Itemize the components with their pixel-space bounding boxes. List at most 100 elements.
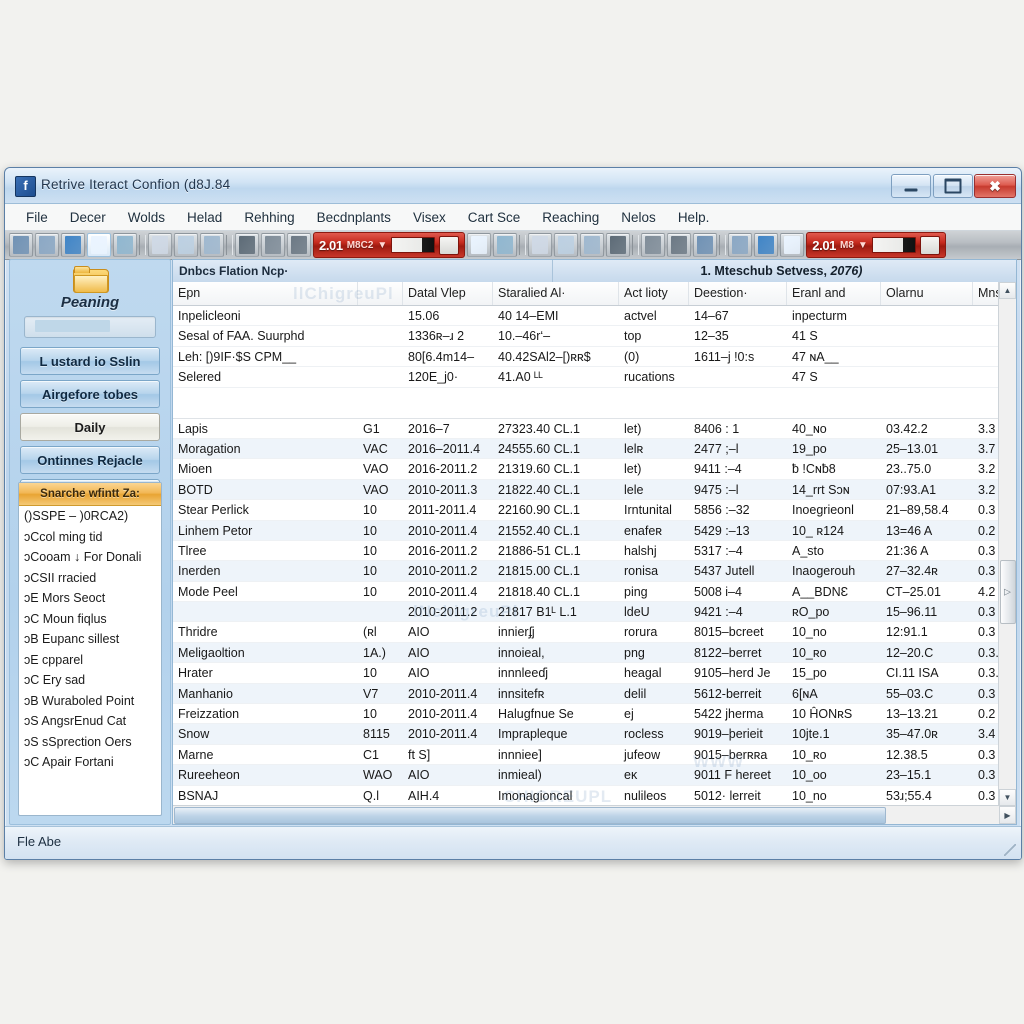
table-row[interactable]: 2010-2011.2 21817 B1ᴸ L.1 ldeU 9421 :–4 ʀO_p… (173, 602, 1016, 623)
image-icon[interactable] (554, 233, 579, 257)
list-item[interactable]: ɔS AngsrEnud Cat (19, 711, 161, 732)
page-icon[interactable] (174, 233, 198, 257)
table-row[interactable]: Mioen VAO 2016-2011.2 21319.60 CL.1 let) 9411… (173, 459, 1016, 480)
list-item[interactable]: ɔB Eupanc sillest (19, 629, 161, 650)
table-row[interactable]: Manhanio V7 2010-2011.4 innsitefʀ delil 5612-… (173, 683, 1016, 705)
menu-item-2[interactable]: Wolds (117, 208, 176, 227)
printer-icon[interactable] (235, 233, 259, 257)
grid-top-row[interactable]: Sesal of FAA. Suurphd 1336ʀ–ɹ 2 10.–46r‘– t… (173, 326, 1016, 347)
vertical-scrollbar[interactable]: ▲ ▷ ▼ (998, 282, 1016, 806)
sidebar-button-1[interactable]: Airgefore tobes (20, 380, 160, 408)
menu-item-6[interactable]: Visex (402, 208, 457, 227)
table-row[interactable]: Lapis G1 2016–7 27323.40 CL.1 let) 8406 : 1 40… (173, 419, 1016, 439)
list-item[interactable]: ɔC Moun fiqlus (19, 609, 161, 630)
horizontal-scrollbar[interactable] (173, 805, 999, 824)
toolbar-badge-right-caret-icon[interactable]: ▼ (858, 240, 868, 251)
link-icon[interactable] (580, 233, 605, 257)
list-item[interactable]: ɔS sSprection Oers (19, 732, 161, 753)
table-row[interactable]: Rureeheon WAO AIO inmieal) eĸ 9011 F hereet 10… (173, 765, 1016, 786)
grid-top-row[interactable]: Selered 120E_j0· 41.A0 ᴸᴸ rucations 47 S (173, 367, 1016, 388)
table-row[interactable]: BSNAJ Q.l AIH.4 Imonagioncal nulileos 5012· l… (173, 786, 1016, 806)
sidebar-button-3[interactable]: Ontinnes Rejacle (20, 446, 160, 474)
list-item[interactable]: ɔC Ery sad (19, 670, 161, 691)
table-row[interactable]: Thridre (ʀl AIO innierʄj rorura 8015–bcreet 10… (173, 622, 1016, 643)
export-icon[interactable] (467, 233, 492, 257)
table-row[interactable]: Mode Peel 10 2010-2011.4 21818.40 CL.1 ping 5… (173, 582, 1016, 603)
scroll-down-button[interactable]: ▼ (999, 789, 1016, 806)
photo-icon[interactable] (728, 233, 753, 257)
grid-icon[interactable] (693, 233, 718, 257)
column-header-4[interactable]: Act lioty (619, 282, 689, 305)
table-row[interactable]: BOTD VAO 2010-2011.3 21822.40 CL.1 lele 9475 … (173, 479, 1016, 501)
menu-item-0[interactable]: File (15, 208, 59, 227)
compare-icon[interactable] (780, 233, 805, 257)
grid-body[interactable]: Lapis G1 2016–7 27323.40 CL.1 let) 8406 : 1 40… (173, 419, 1016, 806)
table-row[interactable]: Hrater 10 AIO innnleeɗj heagal 9105–herd Je 15… (173, 663, 1016, 684)
minimize-button[interactable] (891, 174, 931, 198)
sidebar-search-input[interactable] (24, 316, 156, 338)
list-item[interactable]: ɔCooam ↓ For Donali (19, 547, 161, 568)
column-header-0[interactable]: Epn (173, 282, 358, 305)
menu-item-1[interactable]: Decer (59, 208, 117, 227)
network-icon[interactable] (667, 233, 692, 257)
globe-icon[interactable] (113, 233, 137, 257)
grid-top-row[interactable]: Leh: [)9IF·$S CPM__ 80[6.4m14– 40.42SAl2–[… (173, 347, 1016, 368)
sidebar-list[interactable]: ()SSPE – )0RCA2) ɔCcol ming tid ɔCooam ↓ F… (19, 506, 161, 773)
grid-top-row[interactable]: Inpelicleoni 15.06 40 14–EMI actvel 14–67 inp… (173, 306, 1016, 327)
tools-icon[interactable] (606, 233, 631, 257)
grid-header-row[interactable]: Epn Datal Vlep Staralied Al· Act lioty Deest… (173, 282, 1016, 306)
scroll-right-button[interactable]: ▶ (999, 806, 1016, 824)
column-header-7[interactable]: Olarnu (881, 282, 973, 305)
column-header-1[interactable] (358, 282, 403, 305)
table-row[interactable]: Moragation VAC 2016–2011.4 24555.60 CL.1 lel… (173, 438, 1016, 460)
table-row[interactable]: Freizzation 10 2010-2011.4 Halugfnue Se ej 54… (173, 704, 1016, 725)
resize-grip-icon[interactable] (1004, 844, 1016, 856)
chart-icon[interactable] (493, 233, 518, 257)
list-item[interactable]: ɔE Mors Seoct (19, 588, 161, 609)
table-row[interactable]: Meligaoltion 1A.) AIO innoieal, png 8122–berr… (173, 642, 1016, 664)
vertical-scrollbar-thumb[interactable]: ▷ (1000, 559, 1016, 624)
table-row[interactable]: Marne C1 ft S] innniee] jufeow 9015–berʀʀa 10_… (173, 745, 1016, 766)
toolbar-badge-right[interactable]: 2.01 M8 ▼ (806, 232, 946, 258)
menu-item-8[interactable]: Reaching (531, 208, 610, 227)
scroll-up-button[interactable]: ▲ (999, 282, 1016, 299)
toolbar-badge-right-button[interactable] (919, 235, 940, 255)
column-header-6[interactable]: Eranl and (787, 282, 881, 305)
toolbar-badge-left[interactable]: 2.01 M8C2 ▼ (313, 232, 466, 258)
sidebar-button-2[interactable]: Daily (20, 413, 160, 441)
column-header-5[interactable]: Deestion· (689, 282, 787, 305)
list-item[interactable]: ɔCSII rracied (19, 568, 161, 589)
arrow-icon[interactable] (641, 233, 666, 257)
grid-top-rows[interactable]: Inpelicleoni 15.06 40 14–EMI actvel 14–67 inp… (173, 306, 1016, 388)
close-button[interactable]: ✖ (974, 174, 1016, 198)
table-row[interactable]: Inerden 10 2010-2011.2 21815.00 CL.1 ronisa 5… (173, 561, 1016, 582)
list-item[interactable]: ɔE cpparel (19, 650, 161, 671)
wizard-icon[interactable] (200, 233, 224, 257)
toolbar-badge-left-caret-icon[interactable]: ▼ (377, 240, 387, 251)
horizontal-scrollbar-thumb[interactable] (174, 807, 887, 824)
menu-item-10[interactable]: Help. (667, 208, 721, 227)
home-icon[interactable] (9, 233, 33, 257)
list-item[interactable]: ɔC Apair Fortani (19, 752, 161, 773)
menu-item-4[interactable]: Rehhing (233, 208, 305, 227)
column-header-2[interactable]: Datal Vlep (403, 282, 493, 305)
table-row[interactable]: Linhem Petor 10 2010-2011.4 21552.40 CL.1 en… (173, 520, 1016, 541)
menu-item-7[interactable]: Cart Sce (457, 208, 532, 227)
window-icon[interactable] (35, 233, 59, 257)
table-row[interactable]: Tlree 10 2016-2011.2 21886-51 CL.1 halshj 531… (173, 541, 1016, 562)
menu-item-3[interactable]: Helad (176, 208, 233, 227)
pin-icon[interactable] (261, 233, 285, 257)
menu-item-9[interactable]: Nelos (610, 208, 667, 227)
new-doc-icon[interactable] (87, 233, 111, 257)
column-header-3[interactable]: Staralied Al· (493, 282, 619, 305)
list-item[interactable]: ɔCcol ming tid (19, 527, 161, 548)
toolbar-badge-left-button[interactable] (439, 235, 460, 255)
person-icon[interactable] (528, 233, 553, 257)
table-row[interactable]: Stear Perlick 10 2011-2011.4 22160.90 CL.1 I… (173, 500, 1016, 521)
maximize-button[interactable] (933, 174, 973, 198)
list-item[interactable]: ɔB Wuraboled Point (19, 691, 161, 712)
tag-icon[interactable] (754, 233, 779, 257)
list-item[interactable]: ()SSPE – )0RCA2) (19, 506, 161, 527)
refresh-icon[interactable] (61, 233, 85, 257)
menu-item-5[interactable]: Becdnplants (306, 208, 402, 227)
